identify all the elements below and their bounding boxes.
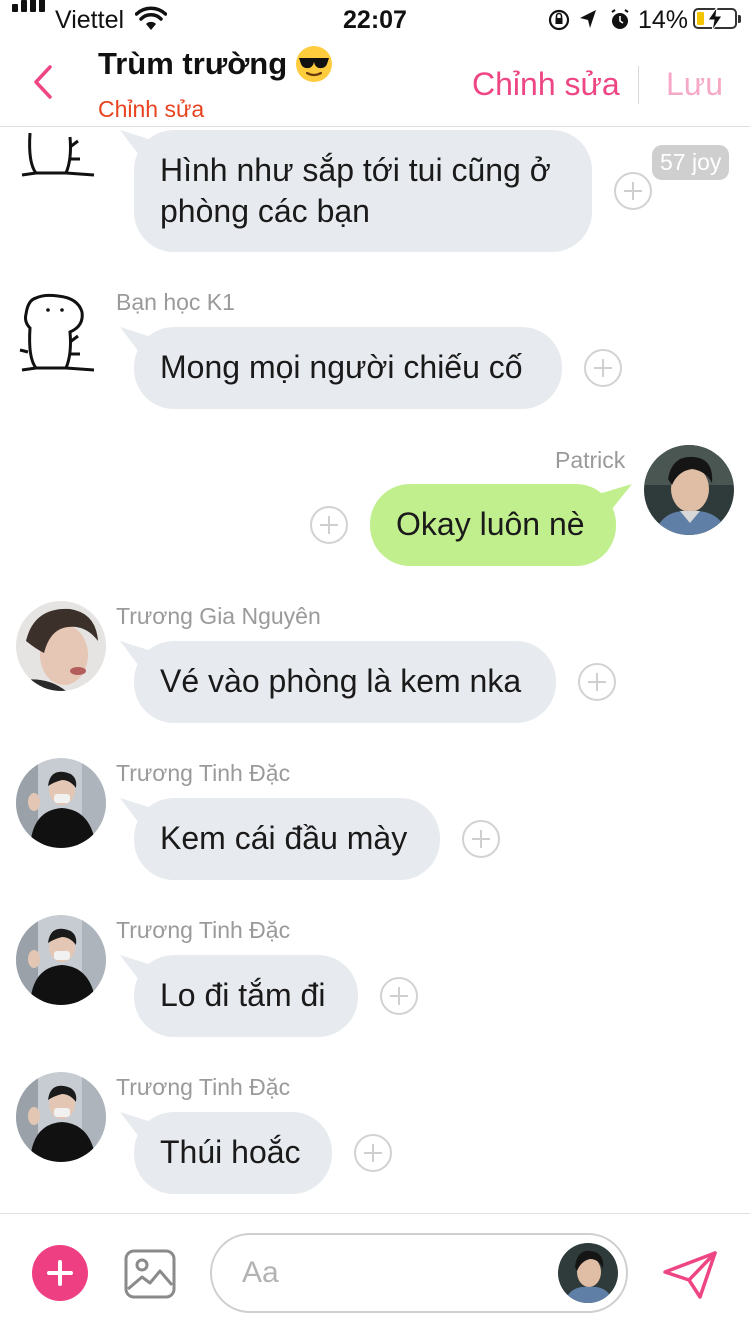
message-list[interactable]: Hình như sắp tới tui cũng ở phòng các bạ… — [0, 127, 750, 1212]
battery-percentage: 14% — [638, 6, 689, 34]
truong-gia-nguyen-avatar[interactable] — [16, 601, 106, 691]
orientation-lock-icon — [548, 9, 570, 31]
sender-name: Patrick — [555, 447, 626, 473]
react-plus-icon[interactable] — [614, 172, 652, 210]
sender-name: Trương Tinh Đặc — [116, 760, 291, 786]
sender-name: Trương Gia Nguyên — [116, 603, 321, 629]
message-bubble[interactable]: Vé vào phòng là kem nka — [134, 641, 556, 723]
sender-name: Trương Tinh Đặc — [116, 917, 291, 943]
message-bubble[interactable]: Thúi hoắc — [134, 1112, 332, 1194]
sticker-avatar-icon[interactable] — [14, 292, 100, 378]
message-text: Mong mọi người chiếu cố — [160, 349, 523, 385]
location-arrow-icon — [580, 10, 596, 28]
message-bubble-mine[interactable]: Okay luôn nè — [370, 484, 616, 566]
chat-title: Trùm trường — [98, 46, 288, 81]
back-chevron-icon[interactable] — [32, 64, 54, 100]
header-divider — [638, 66, 639, 104]
send-icon[interactable] — [662, 1250, 718, 1300]
user-avatar[interactable] — [558, 1243, 618, 1303]
alarm-icon — [611, 9, 629, 29]
message-bubble[interactable]: Mong mọi người chiếu cố — [134, 327, 562, 409]
sunglasses-emoji-icon — [296, 46, 332, 82]
save-button[interactable]: Lưu — [666, 66, 723, 103]
chat-subtitle-edit[interactable]: Chỉnh sửa — [98, 96, 204, 123]
react-plus-icon[interactable] — [462, 820, 500, 858]
react-plus-icon[interactable] — [584, 349, 622, 387]
sticker-avatar-icon[interactable] — [14, 127, 100, 183]
add-button[interactable] — [32, 1245, 88, 1301]
sender-name: Bạn học K1 — [116, 289, 235, 315]
chat-header: Trùm trường Chỉnh sửa Chỉnh sửa Lưu — [0, 42, 750, 127]
message-bubble[interactable]: Lo đi tắm đi — [134, 955, 358, 1037]
message-input[interactable] — [240, 1249, 544, 1297]
status-bar: Viettel 22:07 14% — [0, 0, 750, 42]
message-text: Thúi hoắc — [160, 1134, 301, 1170]
battery-icon — [693, 7, 737, 31]
message-text: Kem cái đầu mày — [160, 820, 408, 856]
sender-name: Trương Tinh Đặc — [116, 1074, 291, 1100]
edit-button[interactable]: Chỉnh sửa — [472, 66, 620, 103]
status-icons — [548, 9, 629, 31]
react-plus-icon[interactable] — [354, 1134, 392, 1172]
message-text: Vé vào phòng là kem nka — [160, 663, 522, 699]
react-plus-icon[interactable] — [578, 663, 616, 701]
truong-tinh-dac-avatar[interactable] — [16, 758, 106, 848]
truong-tinh-dac-avatar[interactable] — [16, 915, 106, 1005]
truong-tinh-dac-avatar[interactable] — [16, 1072, 106, 1162]
patrick-avatar[interactable] — [644, 445, 734, 535]
joy-badge: 57 joy — [652, 145, 730, 180]
composer-bar — [0, 1213, 750, 1335]
message-bubble[interactable]: Kem cái đầu mày — [134, 798, 440, 880]
message-text: Okay luôn nè — [396, 506, 585, 542]
message-bubble[interactable]: Hình như sắp tới tui cũng ở phòng các bạ… — [134, 130, 592, 252]
message-text: Lo đi tắm đi — [160, 977, 326, 1013]
image-icon[interactable] — [124, 1249, 176, 1299]
react-plus-icon[interactable] — [380, 977, 418, 1015]
message-text: Hình như sắp tới tui cũng ở phòng các bạ… — [160, 152, 551, 229]
message-input-wrapper[interactable] — [210, 1233, 628, 1313]
react-plus-icon[interactable] — [310, 506, 348, 544]
